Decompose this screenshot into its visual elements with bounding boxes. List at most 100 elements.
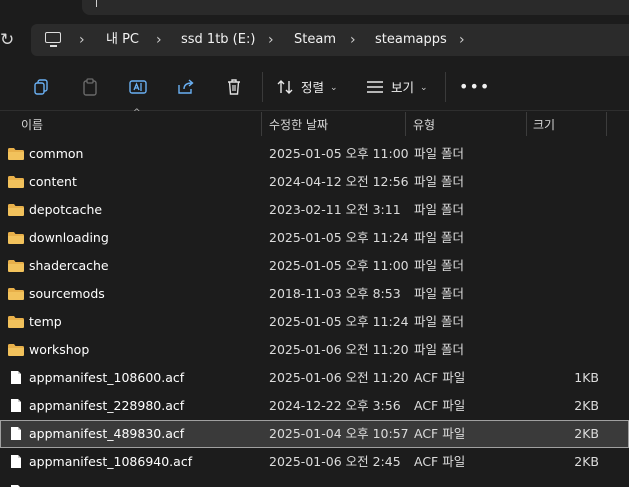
column-type[interactable]: 유형 [413, 116, 435, 134]
list-item[interactable]: depotcache 2023-02-11 오전 3:11 파일 폴더 [0, 196, 629, 224]
item-date: 2025-01-05 오후 11:24 [269, 230, 409, 245]
breadcrumb-steam[interactable]: Steam [294, 30, 336, 50]
breadcrumb-drive[interactable]: ssd 1tb (E:) [181, 30, 255, 50]
item-name: appmanifest_108600.acf [29, 370, 185, 385]
item-name: depotcache [29, 202, 103, 217]
share-icon[interactable] [176, 77, 196, 97]
chevron-right-icon[interactable]: › [459, 30, 465, 50]
item-size: 2KB [574, 454, 599, 469]
sort-ascending-icon: ^ [133, 108, 141, 118]
list-item[interactable]: common 2025-01-05 오후 11:00 파일 폴더 [0, 140, 629, 168]
item-size: 1KB [574, 370, 599, 385]
chevron-right-icon[interactable]: › [156, 30, 162, 50]
copy-icon[interactable] [32, 77, 52, 97]
item-date: 2025-01-06 오전 11:20 [269, 342, 409, 357]
list-item[interactable]: temp 2025-01-05 오후 11:24 파일 폴더 [0, 308, 629, 336]
item-type: ACF 파일 [414, 370, 466, 385]
item-name: downloading [29, 230, 109, 245]
item-name: appmanifest_1086940.acf [29, 454, 193, 469]
item-type: 파일 폴더 [414, 258, 464, 273]
item-type: 파일 폴더 [414, 230, 464, 245]
folder-icon [8, 344, 24, 356]
text-caret [96, 0, 97, 7]
item-type: 파일 폴더 [414, 314, 464, 329]
list-item[interactable]: workshop 2025-01-06 오전 11:20 파일 폴더 [0, 336, 629, 364]
folder-icon [8, 316, 24, 328]
folder-icon [8, 232, 24, 244]
toolbar-separator [445, 72, 446, 102]
list-item[interactable]: appmanifest_1086940.acf 2025-01-06 오전 2:4… [0, 448, 629, 476]
item-name: common [29, 146, 84, 161]
list-item[interactable]: shadercache 2025-01-05 오후 11:00 파일 폴더 [0, 252, 629, 280]
item-date: 2025-01-05 오후 11:00 [269, 258, 409, 273]
item-type: 파일 폴더 [414, 202, 464, 217]
more-options-button[interactable]: ••• [459, 79, 490, 95]
item-type: 파일 폴더 [414, 286, 464, 301]
sort-button-label[interactable]: 정렬 [301, 78, 324, 98]
column-divider[interactable] [606, 112, 607, 136]
chevron-right-icon[interactable]: › [350, 30, 356, 50]
list-item[interactable]: content 2024-04-12 오전 12:56 파일 폴더 [0, 168, 629, 196]
list-item-partial[interactable] [0, 480, 629, 487]
item-date: 2025-01-05 오후 11:00 [269, 146, 409, 161]
file-icon [11, 455, 21, 468]
item-name: workshop [29, 342, 90, 357]
item-type: 파일 폴더 [414, 174, 464, 189]
toolbar-separator [262, 72, 263, 102]
column-divider[interactable] [526, 112, 527, 136]
chevron-right-icon[interactable]: › [79, 30, 85, 50]
column-size[interactable]: 크기 [533, 116, 555, 134]
list-item[interactable]: downloading 2025-01-05 오후 11:24 파일 폴더 [0, 224, 629, 252]
search-box-edge[interactable] [82, 0, 629, 15]
pc-icon[interactable] [45, 32, 61, 43]
list-item[interactable]: appmanifest_108600.acf 2025-01-06 오전 11:2… [0, 364, 629, 392]
paste-icon[interactable] [80, 77, 100, 97]
chevron-down-icon[interactable]: ⌄ [420, 78, 428, 98]
folder-icon [8, 204, 24, 216]
item-name: appmanifest_228980.acf [29, 398, 185, 413]
item-date: 2025-01-04 오후 10:57 [269, 426, 409, 441]
pc-icon-stand [50, 45, 57, 47]
item-date: 2024-04-12 오전 12:56 [269, 174, 409, 189]
item-date: 2018-11-03 오후 8:53 [269, 286, 401, 301]
list-item[interactable]: appmanifest_228980.acf 2024-12-22 오후 3:56… [0, 392, 629, 420]
item-name: content [29, 174, 77, 189]
column-date[interactable]: 수정한 날짜 [269, 116, 328, 134]
item-size: 2KB [574, 426, 599, 441]
folder-icon [8, 260, 24, 272]
item-size: 2KB [574, 398, 599, 413]
view-button-label[interactable]: 보기 [391, 78, 414, 98]
breadcrumb-this-pc[interactable]: 내 PC [106, 30, 139, 50]
item-name: temp [29, 314, 62, 329]
chevron-right-icon[interactable]: › [268, 30, 274, 50]
item-name: appmanifest_489830.acf [29, 426, 185, 441]
folder-icon [8, 148, 24, 160]
column-name[interactable]: 이름 [21, 116, 43, 134]
item-type: 파일 폴더 [414, 146, 464, 161]
view-icon[interactable] [365, 77, 385, 97]
list-item[interactable]: appmanifest_489830.acf 2025-01-04 오후 10:5… [0, 420, 629, 448]
item-type: ACF 파일 [414, 398, 466, 413]
file-icon [11, 399, 21, 412]
item-date: 2025-01-06 오전 2:45 [269, 454, 401, 469]
item-type: ACF 파일 [414, 426, 466, 441]
file-icon [11, 427, 21, 440]
item-type: ACF 파일 [414, 454, 466, 469]
breadcrumb-steamapps[interactable]: steamapps [375, 30, 447, 50]
file-icon [11, 371, 21, 384]
item-date: 2025-01-05 오후 11:24 [269, 314, 409, 329]
item-date: 2023-02-11 오전 3:11 [269, 202, 401, 217]
folder-icon [8, 288, 24, 300]
refresh-icon[interactable]: ↻ [0, 31, 14, 49]
folder-icon [8, 176, 24, 188]
rename-icon[interactable] [128, 77, 148, 97]
column-divider[interactable] [405, 112, 406, 136]
item-date: 2024-12-22 오후 3:56 [269, 398, 401, 413]
delete-icon[interactable] [224, 77, 244, 97]
chevron-down-icon[interactable]: ⌄ [330, 78, 338, 98]
column-divider[interactable] [261, 112, 262, 136]
item-name: sourcemods [29, 286, 105, 301]
list-item[interactable]: sourcemods 2018-11-03 오후 8:53 파일 폴더 [0, 280, 629, 308]
sort-icon[interactable] [275, 77, 295, 97]
item-name: shadercache [29, 258, 109, 273]
